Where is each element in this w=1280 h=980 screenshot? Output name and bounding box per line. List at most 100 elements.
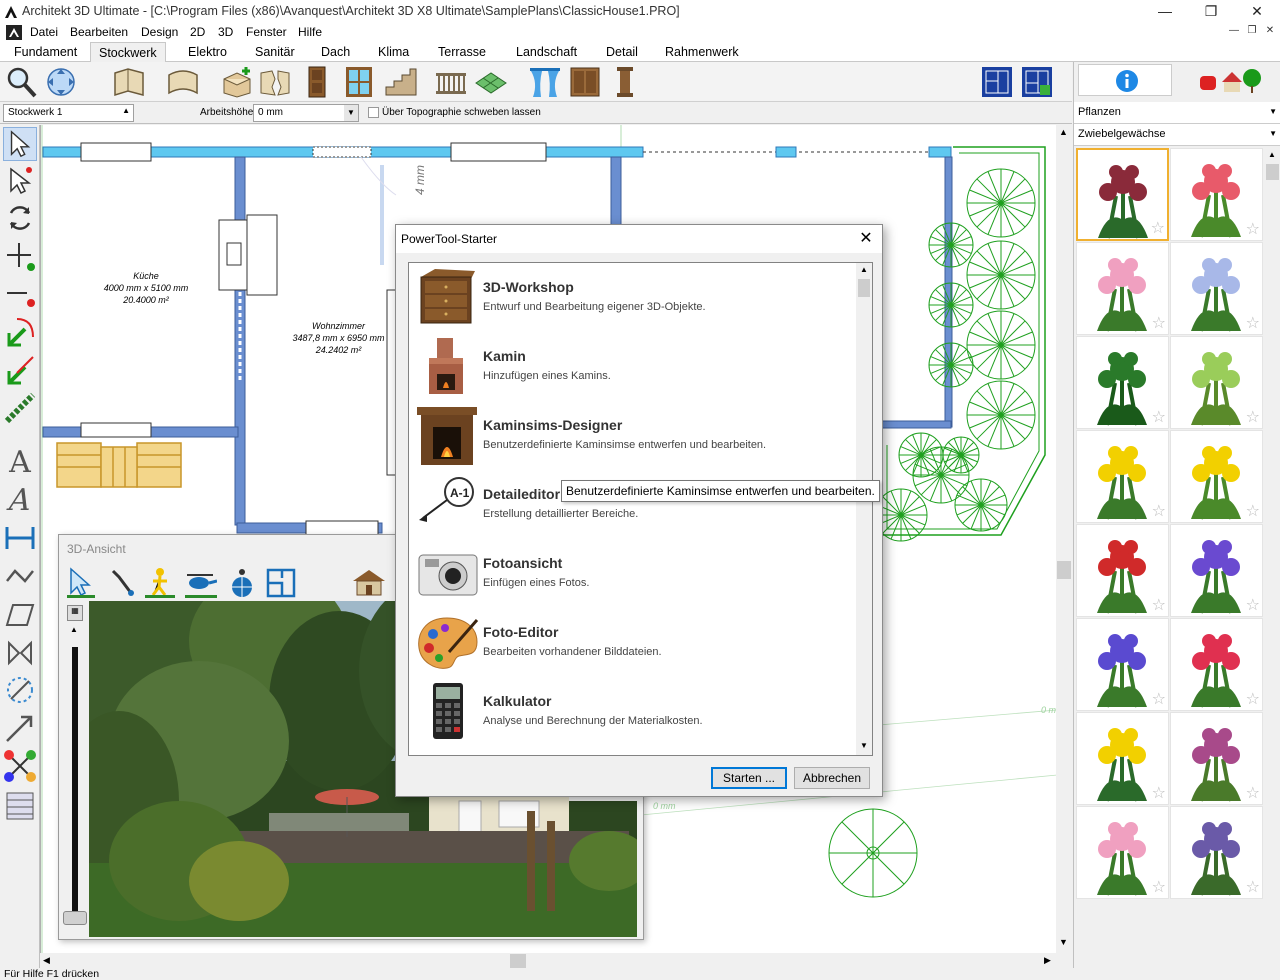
scroll-right-icon[interactable]: ▶ xyxy=(1044,955,1051,966)
text-tool-icon[interactable]: A xyxy=(3,445,37,480)
vertical-scroll-thumb[interactable] xyxy=(1057,561,1071,579)
height-input[interactable]: 0 mm ▼ xyxy=(253,104,359,122)
vertical-scrollbar[interactable]: ▲ ▼ xyxy=(1056,125,1072,953)
favorite-star-icon[interactable]: ☆ xyxy=(1246,313,1260,333)
rotate-icon[interactable] xyxy=(3,201,37,235)
catalog-scrollbar[interactable]: ▲ xyxy=(1264,148,1280,970)
railing-icon[interactable] xyxy=(434,65,468,99)
list-item-fotoansicht[interactable]: Fotoansicht Einfügen eines Fotos. xyxy=(411,539,856,608)
tab-sanitaer[interactable]: Sanitär xyxy=(247,42,303,62)
tab-detail[interactable]: Detail xyxy=(598,42,646,62)
menu-3d[interactable]: 3D xyxy=(218,25,233,39)
catalog-button[interactable] xyxy=(1178,64,1278,96)
slider-top-icon[interactable]: ▦ xyxy=(67,605,83,621)
list-item-kamin[interactable]: Kamin Hinzufügen eines Kamins. xyxy=(411,332,856,401)
scroll-left-icon[interactable]: ◀ xyxy=(43,955,50,966)
walk-icon[interactable] xyxy=(145,567,175,599)
window-icon[interactable] xyxy=(342,65,376,99)
start-button[interactable]: Starten ... xyxy=(711,767,787,789)
tab-terrasse[interactable]: Terrasse xyxy=(430,42,494,62)
plant-thumbnail[interactable]: ☆ xyxy=(1076,242,1169,335)
favorite-star-icon[interactable]: ☆ xyxy=(1246,407,1260,427)
restore-button[interactable]: ❐ xyxy=(1188,0,1234,24)
broken-wall-icon[interactable] xyxy=(258,65,292,99)
list-scroll-up-icon[interactable]: ▲ xyxy=(860,265,868,274)
tab-klima[interactable]: Klima xyxy=(370,42,417,62)
chain-icon[interactable] xyxy=(3,391,37,425)
cabinet-icon[interactable] xyxy=(568,65,602,99)
cancel-button[interactable]: Abbrechen xyxy=(794,767,870,789)
room-tool-icon[interactable] xyxy=(220,65,254,99)
menu-hilfe[interactable]: Hilfe xyxy=(298,25,322,39)
category-select[interactable]: Pflanzen ▼ xyxy=(1074,102,1280,124)
stretch-icon[interactable] xyxy=(3,559,37,593)
close-window-button[interactable]: ✕ xyxy=(1234,0,1280,24)
tab-stockwerk[interactable]: Stockwerk xyxy=(90,42,166,63)
plant-thumbnail[interactable]: ☆ xyxy=(1170,242,1263,335)
tab-dach[interactable]: Dach xyxy=(313,42,358,62)
house-view-icon[interactable] xyxy=(351,567,387,599)
favorite-star-icon[interactable]: ☆ xyxy=(1246,783,1260,803)
mirror-icon[interactable] xyxy=(3,635,37,669)
menu-design[interactable]: Design xyxy=(141,25,178,39)
plant-thumbnail[interactable]: ☆ xyxy=(1170,336,1263,429)
scroll-up-icon[interactable]: ▲ xyxy=(1059,127,1068,137)
curved-wall-icon[interactable] xyxy=(166,65,200,99)
dialog-close-button[interactable]: ✕ xyxy=(852,227,880,251)
network-icon[interactable] xyxy=(3,749,37,783)
catalog-scroll-thumb[interactable] xyxy=(1266,164,1279,180)
plant-thumbnail[interactable]: ☆ xyxy=(1076,148,1169,241)
eyedropper-icon[interactable] xyxy=(107,567,135,599)
info-button[interactable] xyxy=(1078,64,1172,96)
favorite-star-icon[interactable]: ☆ xyxy=(1246,595,1260,615)
line-tool-icon[interactable] xyxy=(3,353,37,387)
wall-tool-icon[interactable] xyxy=(112,65,146,99)
select-pointer-icon[interactable] xyxy=(3,127,37,161)
menu-bearbeiten[interactable]: Bearbeiten xyxy=(70,25,128,39)
favorite-star-icon[interactable]: ☆ xyxy=(1152,689,1166,709)
slider-up-arrow-icon[interactable]: ▲ xyxy=(70,625,78,634)
arc-tool-icon[interactable] xyxy=(3,315,37,349)
camera-height-slider[interactable]: ▦ ▲ xyxy=(61,601,89,937)
mdi-close-button[interactable]: ✕ xyxy=(1261,25,1279,40)
list-item-3d-workshop[interactable]: 3D-Workshop Entwurf und Bearbeitung eige… xyxy=(411,263,856,332)
dimension-tool-icon[interactable] xyxy=(3,521,37,555)
door-icon[interactable] xyxy=(300,65,334,99)
menu-2d[interactable]: 2D xyxy=(190,25,205,39)
3d-select-icon[interactable] xyxy=(67,567,95,599)
multi-select-icon[interactable] xyxy=(3,163,37,197)
plant-thumbnail[interactable]: ☆ xyxy=(1076,430,1169,523)
tab-elektro[interactable]: Elektro xyxy=(180,42,235,62)
favorite-star-icon[interactable]: ☆ xyxy=(1246,689,1260,709)
list-scrollbar[interactable]: ▲ ▼ xyxy=(856,263,872,755)
plant-thumbnail[interactable]: ☆ xyxy=(1170,618,1263,711)
floorplan-view-icon[interactable] xyxy=(980,65,1014,99)
plant-thumbnail[interactable]: ☆ xyxy=(1170,806,1263,899)
scale-icon[interactable] xyxy=(3,673,37,707)
list-scroll-down-icon[interactable]: ▼ xyxy=(860,741,868,750)
plant-thumbnail[interactable]: ☆ xyxy=(1076,806,1169,899)
favorite-star-icon[interactable]: ☆ xyxy=(1246,501,1260,521)
menu-fenster[interactable]: Fenster xyxy=(246,25,287,39)
topo-checkbox[interactable] xyxy=(368,107,379,118)
favorite-star-icon[interactable]: ☆ xyxy=(1246,219,1260,239)
plant-thumbnail[interactable]: ☆ xyxy=(1170,524,1263,617)
tab-rahmenwerk[interactable]: Rahmenwerk xyxy=(657,42,747,62)
favorite-star-icon[interactable]: ☆ xyxy=(1152,783,1166,803)
move-arrow-icon[interactable] xyxy=(3,711,37,745)
helicopter-icon[interactable] xyxy=(185,567,217,599)
favorite-star-icon[interactable]: ☆ xyxy=(1152,877,1166,897)
pan-icon[interactable] xyxy=(44,65,78,99)
favorite-star-icon[interactable]: ☆ xyxy=(1152,313,1166,333)
remove-point-icon[interactable] xyxy=(3,277,37,311)
curtain-icon[interactable] xyxy=(528,65,562,99)
tab-fundament[interactable]: Fundament xyxy=(6,42,85,62)
list-item-kaminsims-designer[interactable]: Kaminsims-Designer Benutzerdefinierte Ka… xyxy=(411,401,856,470)
favorite-star-icon[interactable]: ☆ xyxy=(1151,218,1165,238)
list-item-foto-editor[interactable]: Foto-Editor Bearbeiten vorhandener Bildd… xyxy=(411,608,856,677)
column-icon[interactable] xyxy=(608,65,642,99)
favorite-star-icon[interactable]: ☆ xyxy=(1246,877,1260,897)
slider-thumb[interactable] xyxy=(63,911,87,925)
skew-icon[interactable] xyxy=(3,597,37,631)
add-point-icon[interactable] xyxy=(3,239,37,273)
